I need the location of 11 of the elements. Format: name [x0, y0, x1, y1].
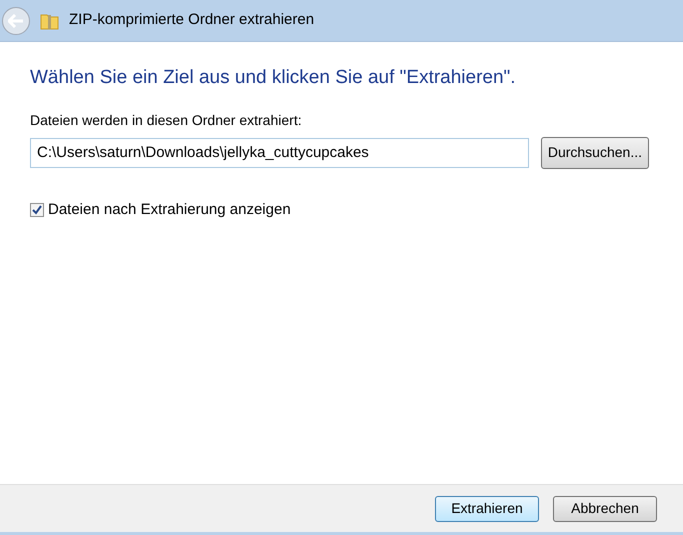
window-title: ZIP-komprimierte Ordner extrahieren — [69, 10, 314, 30]
back-arrow-icon — [8, 14, 24, 28]
zip-folder-icon — [40, 12, 60, 30]
extract-button[interactable]: Extrahieren — [435, 496, 539, 522]
destination-label: Dateien werden in diesen Ordner extrahiert: — [30, 110, 303, 130]
show-files-label: Dateien nach Extrahierung anzeigen — [48, 200, 291, 220]
destination-field[interactable]: C:\Users\saturn\Downloads\jellyka_cuttycupcakes — [30, 138, 529, 168]
cancel-button[interactable]: Abbrechen — [553, 496, 657, 522]
checkbox[interactable] — [30, 202, 44, 217]
dialog-heading: Wählen Sie ein Ziel aus und klicken Sie auf "Extrahieren". — [30, 66, 517, 90]
browse-button[interactable]: Durchsuchen... — [540, 136, 649, 168]
